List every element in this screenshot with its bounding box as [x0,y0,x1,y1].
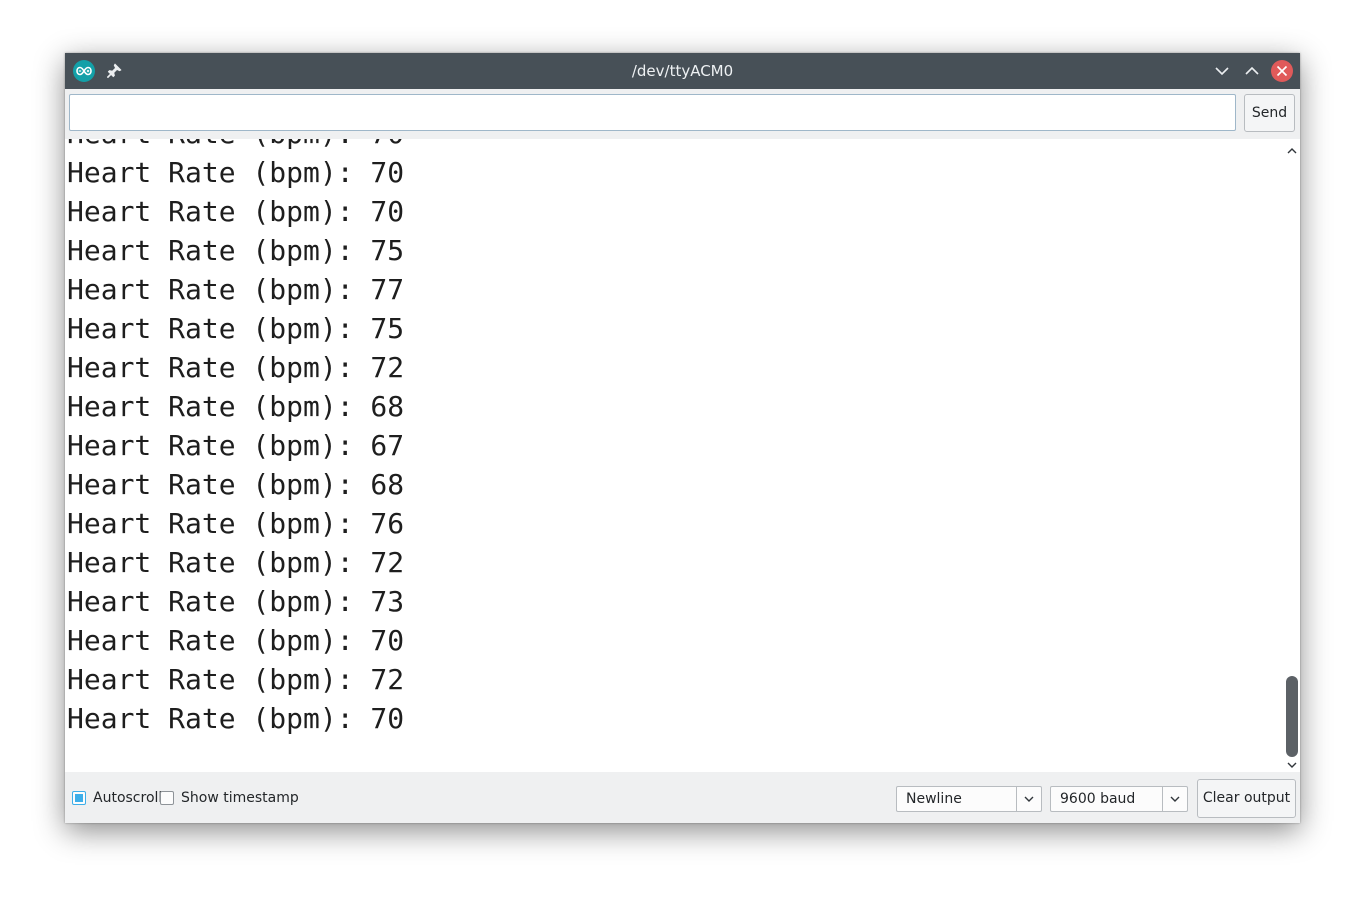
title-bar: /dev/ttyACM0 [65,53,1300,89]
output-line: Heart Rate (bpm): 77 [67,273,405,306]
show-timestamp-checkbox[interactable] [160,791,174,805]
output-line: Heart Rate (bpm): 68 [67,390,405,423]
send-bar: Send [65,89,1300,139]
output-line: Heart Rate (bpm): 72 [67,351,405,384]
autoscroll-label[interactable]: Autoscroll [93,789,162,807]
output-line: Heart Rate (bpm): 70 [67,624,405,657]
output-line: Heart Rate (bpm): 75 [67,312,405,345]
scroll-down-icon[interactable] [1286,756,1298,768]
output-line: Heart Rate (bpm): 70 [67,702,405,735]
vertical-scrollbar[interactable] [1284,139,1300,772]
maximize-icon[interactable] [1242,61,1262,81]
clear-output-button[interactable]: Clear output [1197,779,1296,818]
message-input[interactable] [69,94,1236,131]
line-ending-value: Newline [906,791,962,807]
output-line: Heart Rate (bpm): 73 [67,585,405,618]
serial-monitor-window: /dev/ttyACM0 Send Heart Rate (bpm): 70 H… [65,53,1300,823]
baud-rate-select[interactable]: 9600 baud [1050,786,1188,812]
line-ending-select[interactable]: Newline [896,786,1042,812]
serial-output[interactable]: Heart Rate (bpm): 70 Heart Rate (bpm): 7… [65,139,1300,772]
close-icon[interactable] [1271,60,1293,82]
output-line: Heart Rate (bpm): 67 [67,429,405,462]
send-button[interactable]: Send [1244,94,1295,132]
bottom-toolbar: Autoscroll Show timestamp Newline 9600 b… [65,772,1300,823]
window-title: /dev/ttyACM0 [631,62,734,80]
output-line: Heart Rate (bpm): 72 [67,546,405,579]
scrollbar-thumb[interactable] [1286,676,1298,757]
output-line-partial: Heart Rate (bpm): 70 [67,139,404,153]
output-line: Heart Rate (bpm): 70 [67,195,405,228]
output-line: Heart Rate (bpm): 76 [67,507,405,540]
checkbox-checked-mark [75,794,83,802]
baud-rate-value: 9600 baud [1060,791,1136,807]
show-timestamp-label[interactable]: Show timestamp [181,789,299,807]
minimize-icon[interactable] [1212,61,1232,81]
output-line: Heart Rate (bpm): 68 [67,468,405,501]
output-line: Heart Rate (bpm): 72 [67,663,405,696]
autoscroll-checkbox[interactable] [72,791,86,805]
output-line: Heart Rate (bpm): 70 [67,156,405,189]
output-line: Heart Rate (bpm): 75 [67,234,405,267]
chevron-down-icon[interactable] [1162,787,1187,811]
chevron-down-icon[interactable] [1016,787,1041,811]
scroll-up-icon[interactable] [1286,142,1298,154]
output-lines: Heart Rate (bpm): 70 Heart Rate (bpm): 7… [67,139,404,738]
